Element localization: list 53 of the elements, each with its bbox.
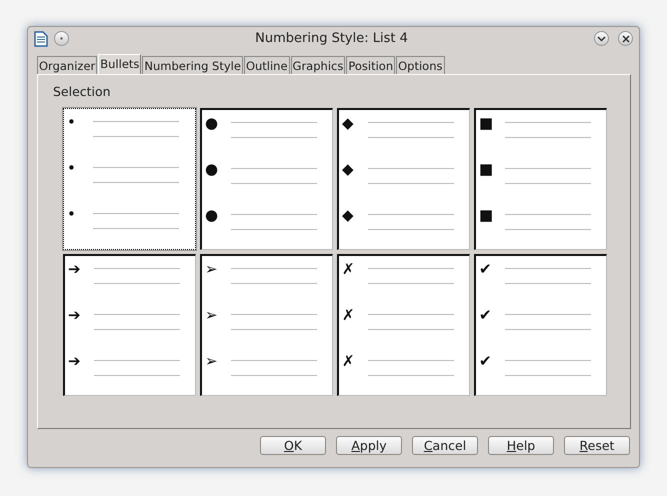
bullet-symbol: ● (205, 206, 220, 226)
minimize-button[interactable] (594, 31, 609, 46)
close-button[interactable] (618, 31, 633, 46)
bullet-symbol: ● (205, 114, 220, 134)
bullet-symbol: ➔ (68, 306, 82, 326)
bullet-symbol: ◆ (342, 206, 355, 226)
bullet-symbol: ◆ (342, 160, 355, 180)
section-label: Selection (53, 83, 112, 101)
bullet-symbol: ➔ (68, 352, 82, 372)
tab[interactable]: Position (346, 56, 396, 74)
bullet-style-option[interactable]: ● ● ● (200, 108, 333, 250)
bullet-symbol: ■ (479, 114, 494, 134)
bullet-style-option[interactable]: ◆ ◆ ◆ (337, 108, 470, 250)
tab[interactable]: Organizer (37, 56, 98, 74)
bullet-symbol: ✔ (479, 260, 493, 280)
bullet-symbol: ✗ (342, 306, 356, 326)
bullet-symbol: ✗ (342, 260, 356, 280)
bullet-symbol: ➢ (205, 260, 219, 280)
bullet-symbol: • (67, 204, 77, 225)
bullet-symbol: ➔ (68, 260, 82, 280)
bullet-style-option[interactable]: ✗ ✗ ✗ (337, 254, 470, 396)
close-icon (622, 34, 630, 42)
tab[interactable]: Options (396, 56, 444, 74)
bullet-style-option[interactable]: • • • (63, 108, 196, 250)
bullet-style-option[interactable]: ✔ ✔ ✔ (474, 254, 607, 396)
bullet-symbol: ✗ (342, 352, 356, 372)
chevron-down-icon (597, 36, 606, 42)
bullet-style-option[interactable]: ➢ ➢ ➢ (200, 254, 333, 396)
bullet-symbol: ◆ (342, 114, 355, 134)
bullet-symbol: ✔ (479, 352, 493, 372)
bullet-symbol: • (67, 112, 77, 133)
dialog-button[interactable]: Help (488, 436, 554, 455)
bullet-symbol: ➢ (205, 352, 219, 372)
tab[interactable]: Outline (244, 56, 290, 74)
dialog-button[interactable]: Apply (336, 436, 402, 455)
dialog-button[interactable]: OK (260, 436, 326, 455)
bullet-style-option[interactable]: ■ ■ ■ (474, 108, 607, 250)
window-title: Numbering Style: List 4 (254, 30, 409, 48)
dialog-button[interactable]: Reset (564, 436, 630, 455)
dot-icon (60, 37, 63, 40)
tab[interactable]: Graphics (290, 56, 346, 74)
tab[interactable]: Bullets (98, 54, 142, 74)
bullet-symbol: ➢ (205, 306, 219, 326)
bullet-symbol: ✔ (479, 306, 493, 326)
bullet-symbol: ■ (479, 160, 494, 180)
tab[interactable]: Numbering Style (142, 56, 243, 74)
bullet-symbol: • (67, 158, 77, 179)
menu-button[interactable] (54, 31, 69, 46)
bullet-style-option[interactable]: ➔ ➔ ➔ (63, 254, 196, 396)
dialog-button[interactable]: Cancel (412, 436, 478, 455)
document-icon (34, 30, 48, 46)
bullet-symbol: ● (205, 160, 220, 180)
bullet-symbol: ■ (479, 206, 494, 226)
